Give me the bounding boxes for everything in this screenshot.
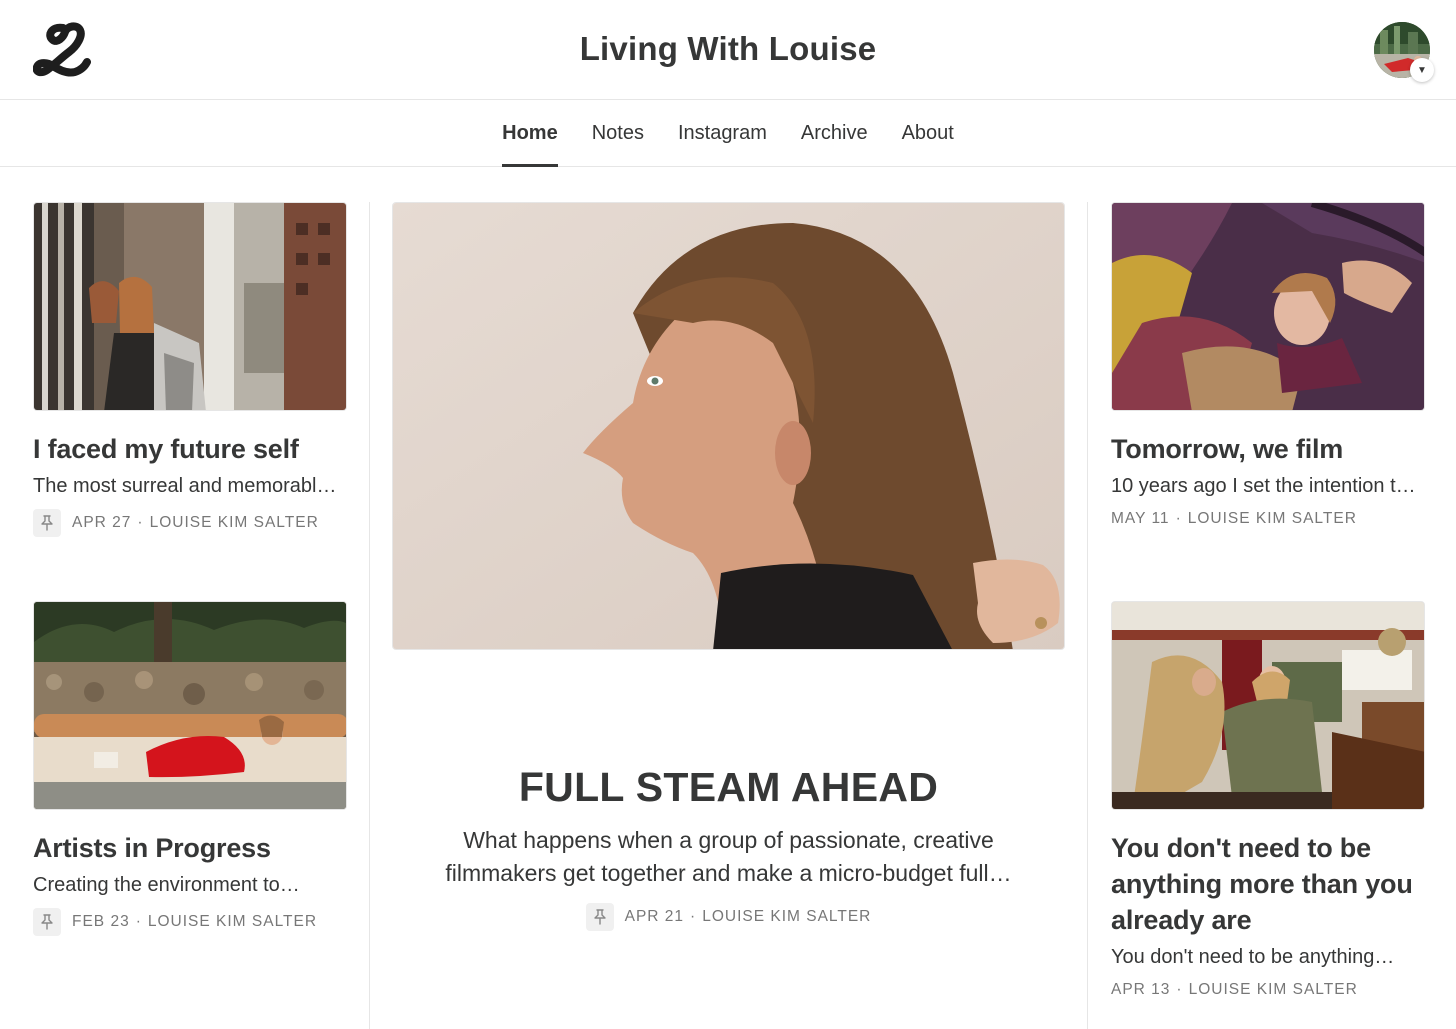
nav-item-home[interactable]: Home — [485, 100, 575, 167]
post-date: APR 21 — [624, 908, 685, 925]
post-date: APR 13 — [1111, 981, 1171, 998]
post-subtitle[interactable]: The most surreal and memorable… — [33, 473, 347, 499]
post-date: FEB 23 — [72, 913, 130, 930]
post-author[interactable]: LOUISE KIM SALTER — [702, 908, 871, 926]
post-author[interactable]: LOUISE KIM SALTER — [150, 514, 319, 532]
pin-icon — [33, 908, 61, 936]
meta-separator: · — [1176, 981, 1183, 998]
post-subtitle[interactable]: 10 years ago I set the intention to… — [1111, 473, 1425, 499]
post-thumbnail[interactable] — [33, 601, 347, 810]
post-card[interactable]: Tomorrow, we film 10 years ago I set the… — [1111, 202, 1425, 533]
post-subtitle[interactable]: Creating the environment to… — [33, 872, 347, 898]
nav-item-archive[interactable]: Archive — [784, 100, 885, 167]
column-divider — [1087, 202, 1088, 1029]
meta-separator: · — [690, 908, 697, 925]
post-title[interactable]: You don't need to be anything more than … — [1111, 830, 1425, 938]
post-title[interactable]: Artists in Progress — [33, 830, 347, 866]
post-title[interactable]: I faced my future self — [33, 431, 347, 467]
nav-item-instagram[interactable]: Instagram — [661, 100, 784, 167]
pin-icon — [33, 509, 61, 537]
post-subtitle[interactable]: You don't need to be anything… — [1111, 944, 1425, 970]
post-meta: APR 13 · LOUISE KIM SALTER — [1111, 976, 1425, 1004]
nav-item-about[interactable]: About — [885, 100, 971, 167]
meta-separator: · — [137, 514, 144, 531]
site-header: Living With Louise ▼ — [0, 0, 1456, 100]
post-meta: APR 27 · LOUISE KIM SALTER — [33, 509, 347, 537]
post-thumbnail[interactable] — [1111, 202, 1425, 411]
nav-item-notes[interactable]: Notes — [575, 100, 661, 167]
post-meta: MAY 11 · LOUISE KIM SALTER — [1111, 505, 1425, 533]
post-thumbnail[interactable] — [1111, 601, 1425, 810]
post-card[interactable]: You don't need to be anything more than … — [1111, 601, 1425, 1004]
post-meta: FEB 23 · LOUISE KIM SALTER — [33, 908, 347, 936]
post-thumbnail[interactable] — [33, 202, 347, 411]
post-card[interactable]: I faced my future self The most surreal … — [33, 202, 347, 537]
post-card[interactable]: Artists in Progress Creating the environ… — [33, 601, 347, 936]
site-title[interactable]: Living With Louise — [0, 30, 1456, 68]
post-date: APR 27 — [72, 514, 132, 531]
featured-post-title[interactable]: FULL STEAM AHEAD — [392, 764, 1065, 811]
pin-icon — [585, 903, 614, 931]
featured-post-image[interactable] — [392, 202, 1065, 650]
caret-down-icon[interactable]: ▼ — [1410, 58, 1434, 82]
meta-separator: · — [1175, 510, 1182, 527]
meta-separator: · — [135, 913, 142, 930]
featured-post-subtitle[interactable]: What happens when a group of passionate,… — [430, 824, 1027, 890]
post-author[interactable]: LOUISE KIM SALTER — [1188, 510, 1357, 528]
main-nav: Home Notes Instagram Archive About — [0, 100, 1456, 167]
column-divider — [369, 202, 370, 1029]
post-author[interactable]: LOUISE KIM SALTER — [148, 913, 317, 931]
featured-post-meta: APR 21 · LOUISE KIM SALTER — [392, 903, 1065, 931]
post-date: MAY 11 — [1111, 510, 1170, 527]
post-author[interactable]: LOUISE KIM SALTER — [1189, 981, 1358, 999]
post-title[interactable]: Tomorrow, we film — [1111, 431, 1425, 467]
